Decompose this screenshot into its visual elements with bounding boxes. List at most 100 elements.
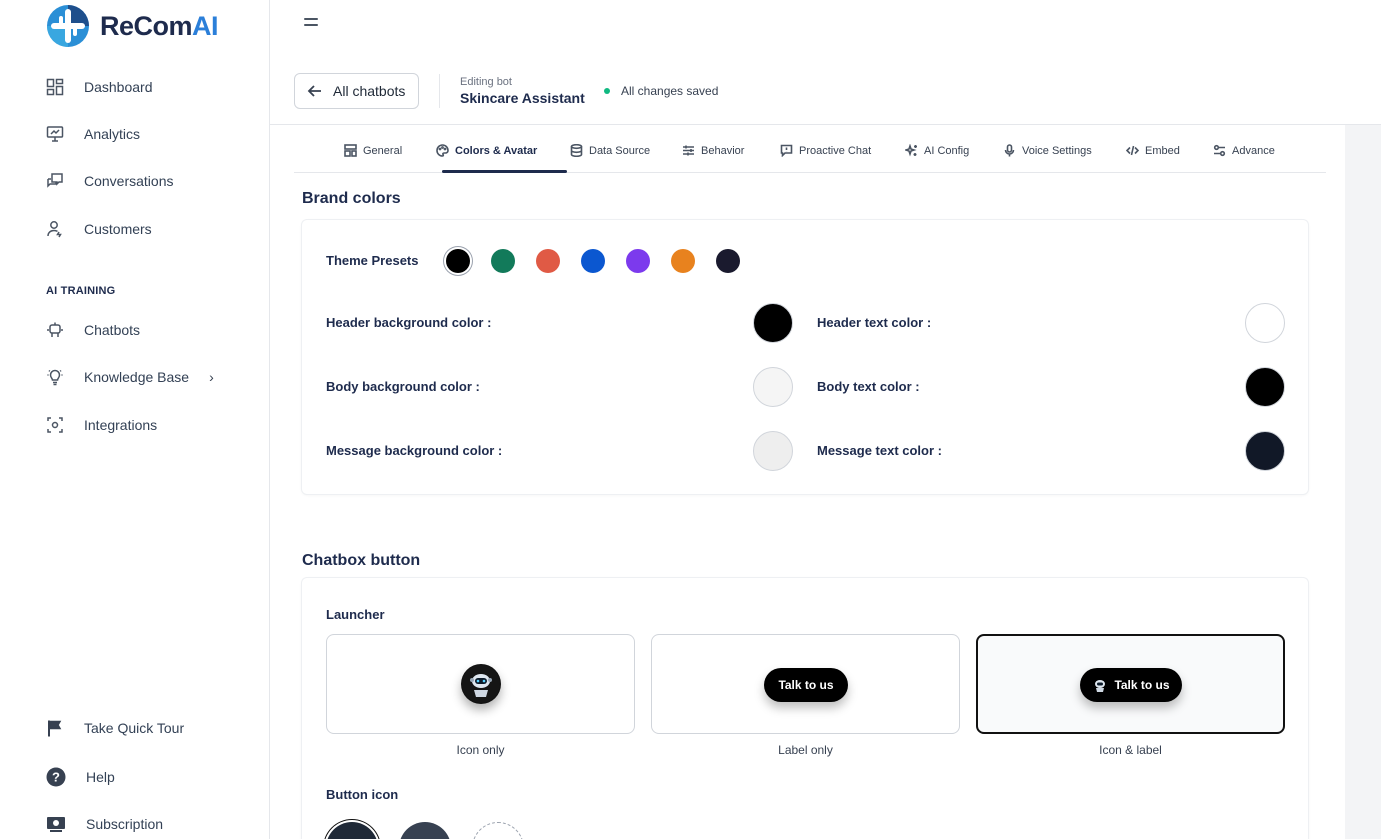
theme-preset-swatch[interactable] [626, 249, 650, 273]
tab-label: Voice Settings [1022, 144, 1092, 157]
tab-voice-settings[interactable]: Voice Settings [1003, 144, 1092, 157]
message-icon [780, 144, 793, 157]
sidebar-section-label: AI TRAINING [46, 285, 116, 297]
sidebar: ReComAI Dashboard Analytics Conversation… [0, 0, 270, 839]
sliders-icon [683, 145, 694, 156]
back-to-chatbots-button[interactable]: All chatbots [294, 73, 419, 109]
message-bg-color-label: Message background color : [326, 443, 503, 458]
tab-colors-avatar[interactable]: Colors & Avatar [436, 144, 537, 157]
tab-label: Embed [1145, 144, 1180, 157]
launcher-caption: Icon & label [1099, 743, 1162, 757]
header-text-color-picker[interactable] [1245, 303, 1285, 343]
logo-icon [46, 4, 90, 48]
svg-text:?: ? [52, 770, 60, 785]
bot-mini-icon [1095, 680, 1106, 692]
tab-data-source[interactable]: Data Source [570, 144, 650, 157]
flag-icon [48, 720, 62, 737]
theme-preset-swatch[interactable] [491, 249, 515, 273]
button-icon-option-robot-icon[interactable] [326, 822, 378, 839]
message-bg-color-picker[interactable] [753, 431, 793, 471]
bot-name: Skincare Assistant [460, 90, 585, 106]
launcher-caption: Label only [778, 743, 833, 757]
launcher-option-label-only[interactable]: Talk to us [651, 634, 960, 734]
body-text-color-picker[interactable] [1245, 367, 1285, 407]
tab-advance[interactable]: Advance [1213, 144, 1275, 157]
tab-label: Advance [1232, 144, 1275, 157]
sidebar-item-label: Integrations [84, 417, 158, 433]
tab-label: Colors & Avatar [455, 144, 538, 157]
active-tab-indicator [442, 170, 567, 173]
header-text-color-label: Header text color : [817, 315, 932, 330]
brand-colors-card: Theme Presets Header background color : … [301, 219, 1309, 495]
save-status: All changes saved [604, 84, 718, 98]
tab-embed[interactable]: Embed [1126, 144, 1180, 157]
page-background-strip [1345, 125, 1381, 839]
sidebar-item-analytics[interactable]: Analytics [46, 125, 140, 143]
app-root: ReComAI Dashboard Analytics Conversation… [0, 0, 1381, 839]
brand-name: ReComAI [100, 10, 219, 42]
launcher-pill-text: Talk to us [778, 678, 834, 692]
settings-tabs: General Colors & Avatar Data Source Beha… [294, 130, 1326, 173]
brand-name-main: ReCom [100, 10, 193, 41]
menu-toggle-icon[interactable] [302, 14, 322, 30]
chevron-right-icon[interactable]: › [209, 369, 214, 385]
tab-general[interactable]: General [344, 144, 402, 157]
sidebar-item-chatbots[interactable]: Chatbots [46, 321, 140, 339]
button-icon-label: Button icon [326, 787, 399, 802]
launcher-pill: Talk to us [764, 668, 848, 702]
launcher-option-icon-label[interactable]: Talk to us [976, 634, 1285, 734]
sidebar-item-conversations[interactable]: Conversations [46, 172, 174, 190]
tab-label: Proactive Chat [799, 144, 872, 157]
database-icon [570, 144, 583, 157]
chat-icon [47, 173, 63, 188]
mic-icon [1004, 144, 1015, 157]
sidebar-item-knowledge-base[interactable]: Knowledge Base › [46, 368, 214, 386]
editing-caption: Editing bot [460, 76, 512, 88]
arrow-left-icon [307, 85, 321, 97]
message-text-color-picker[interactable] [1245, 431, 1285, 471]
palette-icon [436, 144, 449, 157]
launcher-pill-text: Talk to us [1114, 678, 1170, 692]
grid-icon [46, 78, 64, 96]
tab-label: AI Config [924, 144, 970, 157]
brand-name-accent: AI [192, 10, 219, 41]
tab-ai-config[interactable]: AI Config [905, 144, 969, 157]
sidebar-item-customers[interactable]: Customers [46, 220, 152, 238]
upload-icon-option[interactable] [472, 822, 524, 839]
body-bg-color-label: Body background color : [326, 379, 480, 394]
theme-preset-swatch[interactable] [581, 249, 605, 273]
code-icon [1126, 145, 1139, 156]
button-icon-option-chat-icon[interactable] [399, 822, 451, 839]
theme-preset-swatch[interactable] [536, 249, 560, 273]
theme-preset-swatch[interactable] [671, 249, 695, 273]
sidebar-item-take-quick-tour[interactable]: Take Quick Tour [46, 719, 184, 737]
brand-logo[interactable]: ReComAI [46, 4, 219, 48]
message-text-color-label: Message text color : [817, 443, 942, 458]
general-icon [344, 144, 357, 157]
tab-behavior[interactable]: Behavior [682, 144, 744, 157]
sidebar-item-label: Customers [84, 221, 152, 237]
sparkle-icon [905, 144, 917, 157]
tab-proactive-chat[interactable]: Proactive Chat [780, 144, 871, 157]
sidebar-item-subscription[interactable]: Subscription [46, 815, 163, 833]
sidebar-item-label: Analytics [84, 126, 141, 142]
sidebar-item-dashboard[interactable]: Dashboard [46, 78, 153, 96]
sidebar-item-label: Take Quick Tour [84, 720, 185, 736]
settings-icon [1213, 144, 1226, 157]
launcher-label: Launcher [326, 607, 385, 622]
sidebar-item-label: Help [86, 769, 115, 785]
theme-preset-swatch[interactable] [716, 249, 740, 273]
lightbulb-icon [47, 369, 63, 386]
body-text-color-label: Body text color : [817, 379, 920, 394]
robot-icon [47, 322, 63, 337]
save-status-text: All changes saved [621, 84, 719, 98]
sidebar-item-help[interactable]: ? Help [46, 767, 115, 787]
sidebar-item-integrations[interactable]: Integrations [46, 416, 157, 434]
theme-preset-swatch[interactable] [446, 249, 470, 273]
integrations-icon [47, 417, 63, 433]
body-bg-color-picker[interactable] [753, 367, 793, 407]
launcher-option-icon-only[interactable] [326, 634, 635, 734]
header-bg-color-picker[interactable] [753, 303, 793, 343]
header-bg-color-label: Header background color : [326, 315, 492, 330]
help-icon: ? [46, 767, 66, 787]
